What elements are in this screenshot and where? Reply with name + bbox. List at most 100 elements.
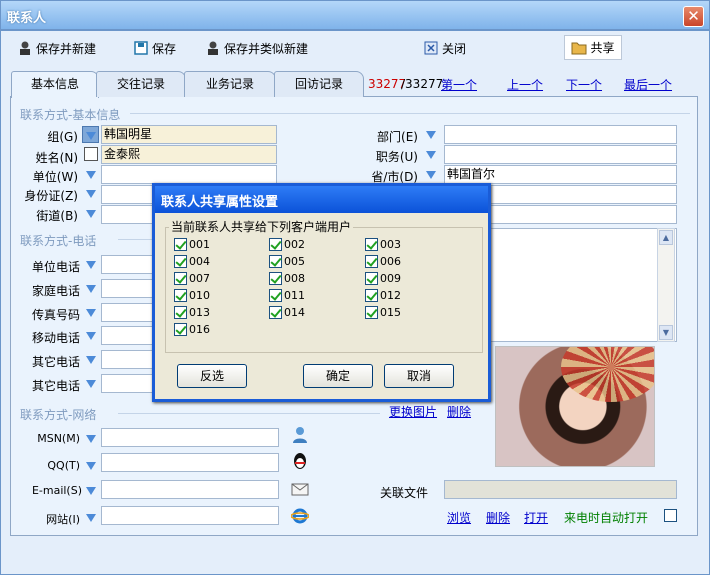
change-photo-link[interactable]: 更换图片 [389, 403, 437, 420]
share-label: 共享 [590, 41, 615, 55]
position-field[interactable] [444, 145, 677, 164]
unit-field[interactable] [101, 165, 277, 184]
msn-icon[interactable] [292, 426, 308, 444]
user-checkbox-016[interactable]: 016 [174, 323, 210, 336]
id-dropdown-icon[interactable] [86, 190, 96, 198]
user-label: 012 [380, 289, 401, 302]
phone-label-work: 单位电话 [31, 260, 80, 274]
user-label: 016 [189, 323, 210, 336]
phone-dropdown-icon[interactable] [86, 285, 96, 293]
tab-business-records[interactable]: 业务记录 [184, 71, 276, 97]
users-group-label: 当前联系人共享给下列客户端用户 [169, 218, 354, 235]
user-checkbox-014[interactable]: 014 [269, 306, 305, 319]
phone-field-other2[interactable] [101, 374, 153, 393]
user-checkbox-005[interactable]: 005 [269, 255, 305, 268]
close-button[interactable]: 关闭 [423, 39, 466, 57]
ie-browser-icon[interactable] [291, 507, 309, 525]
qq-field[interactable] [101, 453, 279, 472]
user-checkbox-012[interactable]: 012 [365, 289, 401, 302]
dept-field[interactable] [444, 125, 677, 144]
share-button[interactable]: 共享 [564, 35, 622, 60]
user-checkbox-002[interactable]: 002 [269, 238, 305, 251]
notes-scrollbar[interactable]: ▲ ▼ [657, 228, 675, 342]
user-checkbox-011[interactable]: 011 [269, 289, 305, 302]
checkbox-checked-icon [174, 289, 187, 302]
save-similar-button[interactable]: 保存并类似新建 [205, 39, 308, 57]
province-field[interactable]: 韩国首尔 [444, 165, 677, 184]
user-checkbox-009[interactable]: 009 [365, 272, 401, 285]
phone-field-home[interactable] [101, 279, 153, 298]
browse-link[interactable]: 浏览 [447, 509, 471, 526]
next-record-link[interactable]: 下一个 [566, 76, 602, 93]
phone-dropdown-icon[interactable] [86, 332, 96, 340]
section-basic-info: 联系方式-基本信息 [20, 108, 121, 122]
name-label: 姓名(N) [35, 151, 78, 165]
user-label: 007 [189, 272, 210, 285]
msn-dropdown-icon[interactable] [86, 435, 96, 443]
auto-open-checkbox[interactable] [664, 509, 677, 522]
group-dropdown-button[interactable] [82, 126, 99, 143]
phone-field-other1[interactable] [101, 350, 153, 369]
first-record-link[interactable]: 第一个 [441, 76, 477, 93]
contact-photo [495, 346, 655, 467]
phone-dropdown-icon[interactable] [86, 309, 96, 317]
qq-penguin-icon[interactable] [292, 452, 308, 470]
street-dropdown-icon[interactable] [86, 210, 96, 218]
save-new-button[interactable]: 保存并新建 [17, 39, 96, 57]
open-file-link[interactable]: 打开 [524, 509, 548, 526]
user-checkbox-006[interactable]: 006 [365, 255, 401, 268]
phone-field-fax[interactable] [101, 303, 153, 322]
save-new-label: 保存并新建 [36, 41, 97, 56]
tab-followup-records[interactable]: 回访记录 [274, 71, 364, 97]
user-checkbox-004[interactable]: 004 [174, 255, 210, 268]
related-files-field[interactable] [444, 480, 677, 499]
tab-basic-info[interactable]: 基本信息 [11, 71, 99, 98]
email-icon[interactable] [291, 482, 309, 496]
delete-file-link[interactable]: 删除 [486, 509, 510, 526]
close-window-button[interactable]: ✕ [683, 6, 704, 27]
tab-contact-records[interactable]: 交往记录 [96, 71, 186, 97]
msn-field[interactable] [101, 428, 279, 447]
msn-label: MSN(M) [37, 432, 80, 445]
cancel-button[interactable]: 取消 [384, 364, 454, 388]
notes-area[interactable] [490, 228, 677, 342]
users-group [165, 227, 483, 353]
dept-dropdown-icon[interactable] [426, 131, 436, 139]
user-checkbox-003[interactable]: 003 [365, 238, 401, 251]
last-record-link[interactable]: 最后一个 [624, 76, 672, 93]
contact-card-icon[interactable] [84, 147, 98, 161]
province-dropdown-icon[interactable] [426, 171, 436, 179]
email-field[interactable] [101, 480, 279, 499]
email-dropdown-icon[interactable] [86, 487, 96, 495]
ok-button[interactable]: 确定 [303, 364, 373, 388]
scroll-up-icon[interactable]: ▲ [659, 230, 673, 245]
user-checkbox-013[interactable]: 013 [174, 306, 210, 319]
phone-dropdown-icon[interactable] [86, 380, 96, 388]
user-checkbox-001[interactable]: 001 [174, 238, 210, 251]
scroll-down-icon[interactable]: ▼ [659, 325, 673, 340]
dept-label: 部门(E) [377, 130, 418, 144]
phone-field-work[interactable] [101, 255, 153, 274]
user-checkbox-007[interactable]: 007 [174, 272, 210, 285]
save-button[interactable]: 保存 [133, 39, 176, 57]
user-checkbox-010[interactable]: 010 [174, 289, 210, 302]
checkbox-checked-icon [174, 272, 187, 285]
phone-dropdown-icon[interactable] [86, 261, 96, 269]
section-phone: 联系方式-电话 [20, 234, 97, 248]
group-field[interactable]: 韩国明星 [101, 125, 277, 144]
qq-dropdown-icon[interactable] [86, 462, 96, 470]
position-dropdown-icon[interactable] [426, 151, 436, 159]
website-dropdown-icon[interactable] [86, 514, 96, 522]
user-checkbox-008[interactable]: 008 [269, 272, 305, 285]
tab-label: 回访记录 [294, 77, 343, 91]
unit-dropdown-icon[interactable] [86, 171, 96, 179]
website-label: 网站(I) [46, 513, 80, 526]
delete-photo-link[interactable]: 删除 [447, 403, 471, 420]
phone-dropdown-icon[interactable] [86, 356, 96, 364]
user-checkbox-015[interactable]: 015 [365, 306, 401, 319]
name-field[interactable]: 金泰熙 [101, 145, 277, 164]
website-field[interactable] [101, 506, 279, 525]
phone-field-mobile[interactable] [101, 326, 153, 345]
prev-record-link[interactable]: 上一个 [507, 76, 543, 93]
invert-selection-button[interactable]: 反选 [177, 364, 247, 388]
